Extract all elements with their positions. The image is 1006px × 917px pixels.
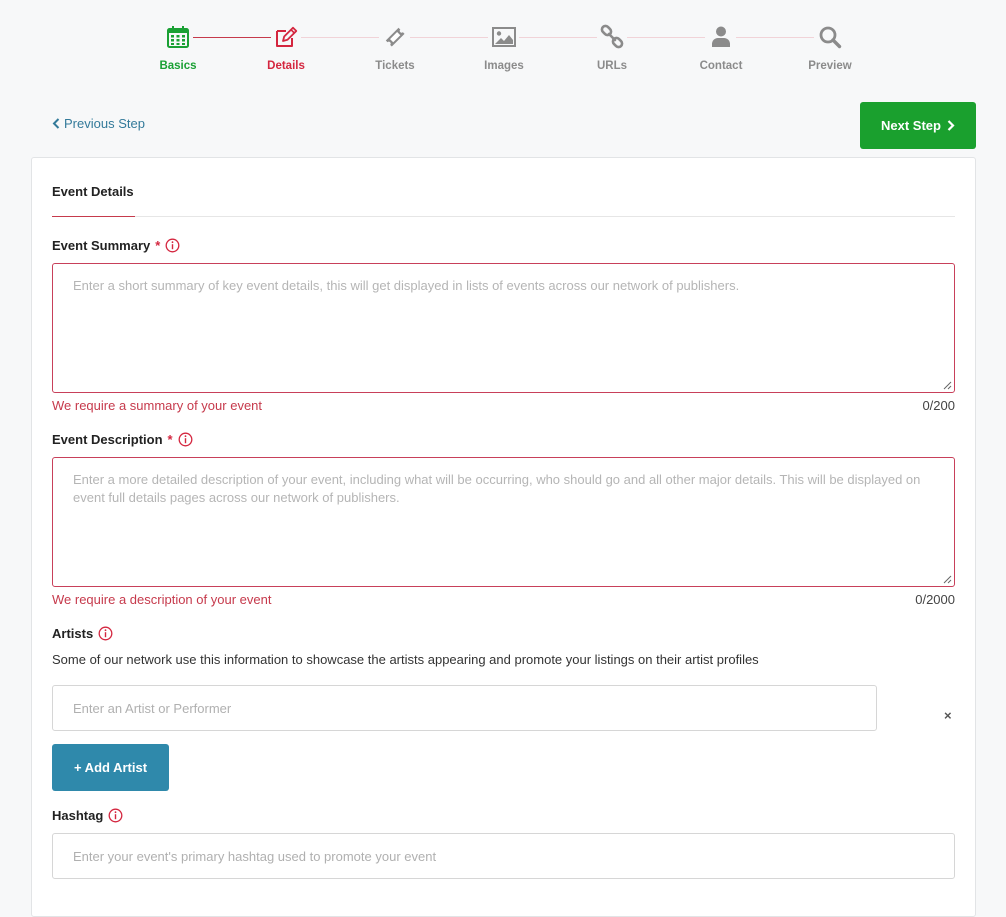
step-label: Contact bbox=[699, 60, 743, 72]
info-icon[interactable] bbox=[98, 626, 113, 641]
chevron-right-icon bbox=[947, 120, 955, 131]
step-preview[interactable]: Preview bbox=[790, 24, 870, 72]
event-description-label-text: Event Description bbox=[52, 432, 163, 447]
link-icon bbox=[600, 24, 624, 49]
info-icon[interactable] bbox=[165, 238, 180, 253]
hashtag-input[interactable]: Enter your event's primary hashtag used … bbox=[52, 833, 955, 879]
info-icon[interactable] bbox=[108, 808, 123, 823]
image-icon bbox=[492, 27, 516, 47]
section-tab-event-details[interactable]: Event Details bbox=[52, 184, 134, 199]
resize-handle-icon[interactable] bbox=[943, 381, 952, 390]
chevron-left-icon bbox=[52, 118, 60, 129]
step-label: URLs bbox=[596, 60, 628, 72]
hashtag-input-placeholder: Enter your event's primary hashtag used … bbox=[73, 848, 437, 864]
resize-handle-icon[interactable] bbox=[943, 575, 952, 584]
event-summary-placeholder: Enter a short summary of key event detai… bbox=[73, 278, 740, 293]
event-description-textarea[interactable]: Enter a more detailed description of you… bbox=[52, 457, 955, 587]
artists-label: Artists bbox=[52, 626, 113, 641]
previous-step-label: Previous Step bbox=[64, 116, 145, 131]
artists-label-text: Artists bbox=[52, 626, 94, 641]
event-summary-error: We require a summary of your event bbox=[52, 398, 263, 413]
calendar-icon bbox=[167, 26, 189, 48]
event-summary-label: Event Summary * bbox=[52, 238, 180, 253]
step-label: Tickets bbox=[375, 60, 415, 72]
step-images[interactable]: Images bbox=[464, 24, 544, 72]
event-description-error: We require a description of your event bbox=[52, 592, 272, 607]
event-description-char-count: 0/2000 bbox=[915, 592, 955, 607]
step-details[interactable]: Details bbox=[246, 24, 326, 72]
add-artist-button[interactable]: + Add Artist bbox=[52, 744, 169, 791]
remove-artist-button[interactable]: × bbox=[944, 708, 952, 723]
event-description-placeholder: Enter a more detailed description of you… bbox=[73, 472, 921, 505]
edit-icon bbox=[276, 26, 298, 47]
required-mark: * bbox=[155, 238, 161, 253]
artists-help-text: Some of our network use this information… bbox=[52, 652, 759, 667]
event-summary-label-text: Event Summary bbox=[52, 238, 151, 253]
event-summary-textarea[interactable]: Enter a short summary of key event detai… bbox=[52, 263, 955, 393]
event-summary-char-count: 0/200 bbox=[922, 398, 955, 413]
next-step-button[interactable]: Next Step bbox=[860, 102, 976, 149]
progress-stepper: Basics Details Tickets Images URLs Conta… bbox=[0, 0, 1006, 100]
step-basics[interactable]: Basics bbox=[138, 24, 218, 72]
search-icon bbox=[819, 26, 842, 49]
hashtag-label: Hashtag bbox=[52, 808, 123, 823]
info-icon[interactable] bbox=[178, 432, 193, 447]
step-contact[interactable]: Contact bbox=[681, 24, 761, 72]
divider bbox=[52, 216, 955, 217]
artist-input-placeholder: Enter an Artist or Performer bbox=[73, 700, 232, 716]
artist-input[interactable]: Enter an Artist or Performer bbox=[52, 685, 877, 731]
next-step-label: Next Step bbox=[881, 118, 941, 133]
event-details-card: Event Details Event Summary * Enter a sh… bbox=[31, 157, 976, 917]
step-label: Images bbox=[484, 60, 524, 72]
step-urls[interactable]: URLs bbox=[572, 24, 652, 72]
active-tab-indicator bbox=[52, 216, 135, 217]
step-label: Preview bbox=[808, 60, 852, 72]
previous-step-link[interactable]: Previous Step bbox=[52, 116, 145, 131]
user-icon bbox=[712, 26, 730, 47]
step-label: Basics bbox=[159, 60, 197, 72]
step-label: Details bbox=[267, 60, 305, 72]
required-mark: * bbox=[167, 432, 173, 447]
ticket-icon bbox=[385, 27, 405, 47]
step-tickets[interactable]: Tickets bbox=[355, 24, 435, 72]
hashtag-label-text: Hashtag bbox=[52, 808, 104, 823]
event-description-label: Event Description * bbox=[52, 432, 193, 447]
